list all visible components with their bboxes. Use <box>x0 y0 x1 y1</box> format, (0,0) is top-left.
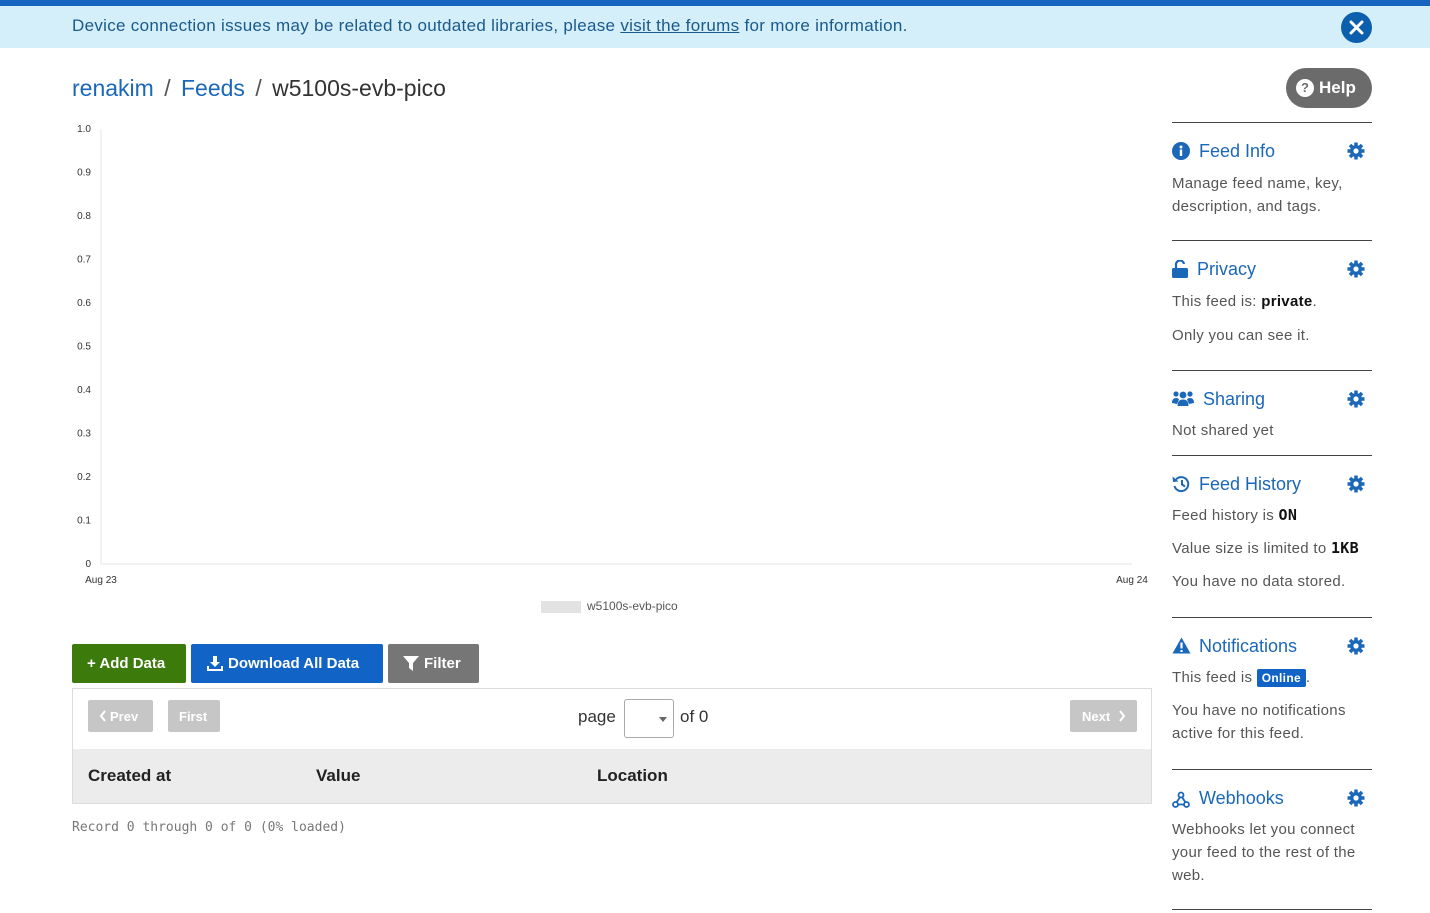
y-tick-label: 0.4 <box>77 385 91 396</box>
privacy-title[interactable]: Privacy <box>1197 259 1256 280</box>
feed-history-section: Feed History Feed history is ON Value si… <box>1172 455 1372 617</box>
download-icon <box>207 656 223 671</box>
record-status: Record 0 through 0 of 0 (0% loaded) <box>72 820 346 835</box>
privacy-prefix: This feed is: <box>1172 293 1262 310</box>
notifications-status-text: This feed is Online. <box>1172 666 1377 689</box>
value-size-text: Value size is limited to 1KB <box>1172 537 1377 560</box>
online-status-badge: Online <box>1256 669 1306 687</box>
warning-triangle-icon <box>1172 637 1191 654</box>
y-tick-label: 0.1 <box>77 516 91 527</box>
privacy-status-value: private <box>1261 293 1313 310</box>
help-label: Help <box>1319 78 1356 97</box>
next-label: Next <box>1082 709 1111 724</box>
y-tick-label: 1.0 <box>77 124 91 135</box>
filter-label: Filter <box>424 655 461 672</box>
y-tick-label: 0.2 <box>77 472 91 483</box>
notifications-settings-gear-icon[interactable] <box>1347 637 1365 655</box>
feed-info-section: Feed Info Manage feed name, key, descrip… <box>1172 122 1372 240</box>
table-header: Created at Value Location <box>73 749 1151 803</box>
data-table: Prev First page of 0 Next Created at Val… <box>72 688 1152 804</box>
webhooks-description: Webhooks let you connect your feed to th… <box>1172 821 1356 884</box>
download-label: Download All Data <box>228 655 360 672</box>
notifications-note: You have no notifications active for thi… <box>1172 702 1346 742</box>
first-label: First <box>179 709 208 724</box>
y-tick-label: 0.5 <box>77 342 91 353</box>
question-circle-icon: ? <box>1296 79 1314 97</box>
page-select[interactable] <box>624 699 674 738</box>
info-circle-icon <box>1172 142 1190 160</box>
history-icon <box>1172 476 1190 493</box>
x-tick-label: Aug 23 <box>85 575 117 586</box>
history-state-value: ON <box>1278 506 1298 524</box>
notifications-suffix: . <box>1305 669 1311 686</box>
y-tick-label: 0 <box>85 559 91 570</box>
sharing-settings-gear-icon[interactable] <box>1347 390 1365 408</box>
page-count: of 0 <box>680 707 709 726</box>
privacy-status-text: This feed is: private. <box>1172 290 1377 313</box>
y-tick-label: 0.3 <box>77 429 91 440</box>
column-header-created-at[interactable]: Created at <box>88 766 171 786</box>
history-prefix: Feed history is <box>1172 507 1279 524</box>
size-limit-value: 1KB <box>1330 539 1359 557</box>
webhooks-section: Webhooks Webhooks let you connect your f… <box>1172 769 1372 910</box>
notifications-section: Notifications This feed is Online. You h… <box>1172 617 1372 769</box>
first-page-button[interactable]: First <box>168 700 220 732</box>
webhooks-title[interactable]: Webhooks <box>1199 788 1284 809</box>
prev-label: Prev <box>110 709 139 724</box>
sharing-status: Not shared yet <box>1172 422 1274 439</box>
y-tick-label: 0.8 <box>77 211 91 222</box>
feed-history-settings-gear-icon[interactable] <box>1347 475 1365 493</box>
feed-info-settings-gear-icon[interactable] <box>1347 142 1365 160</box>
column-header-value[interactable]: Value <box>316 766 360 786</box>
notifications-prefix: This feed is <box>1172 669 1257 686</box>
privacy-section: Privacy This feed is: private. Only you … <box>1172 240 1372 370</box>
privacy-settings-gear-icon[interactable] <box>1347 260 1365 278</box>
history-state-text: Feed history is ON <box>1172 504 1377 527</box>
filter-icon <box>403 656 419 671</box>
legend-swatch <box>541 601 581 613</box>
add-data-label: + Add Data <box>87 655 166 672</box>
size-prefix: Value size is limited to <box>1172 540 1331 557</box>
chevron-left-icon <box>99 710 106 722</box>
privacy-note: Only you can see it. <box>1172 327 1310 344</box>
next-page-button[interactable]: Next <box>1070 700 1137 732</box>
notifications-title[interactable]: Notifications <box>1199 636 1297 657</box>
add-data-button[interactable]: + Add Data <box>72 644 186 683</box>
dropdown-caret-icon <box>659 717 667 722</box>
y-tick-label: 0.6 <box>77 298 91 309</box>
y-tick-label: 0.7 <box>77 255 91 266</box>
users-icon <box>1172 391 1194 406</box>
filter-button[interactable]: Filter <box>388 644 479 683</box>
chevron-right-icon <box>1119 710 1126 722</box>
stored-data-text: You have no data stored. <box>1172 573 1346 590</box>
sharing-title[interactable]: Sharing <box>1203 389 1265 410</box>
help-button[interactable]: ? Help <box>1286 68 1372 108</box>
feed-info-description: Manage feed name, key, description, and … <box>1172 175 1343 215</box>
y-tick-label: 0.9 <box>77 168 91 179</box>
legend-label: w5100s-evb-pico <box>586 599 678 613</box>
column-header-location[interactable]: Location <box>597 766 668 786</box>
prev-page-button[interactable]: Prev <box>88 700 153 732</box>
download-all-data-button[interactable]: Download All Data <box>191 644 383 683</box>
sharing-section: Sharing Not shared yet <box>1172 370 1372 455</box>
webhooks-settings-gear-icon[interactable] <box>1347 789 1365 807</box>
feed-history-title[interactable]: Feed History <box>1199 474 1301 495</box>
webhook-icon <box>1172 791 1190 808</box>
feed-info-title[interactable]: Feed Info <box>1199 141 1275 162</box>
close-banner-button[interactable] <box>1341 12 1372 43</box>
close-icon <box>1349 20 1364 35</box>
unlock-icon <box>1172 260 1188 278</box>
page-label: page <box>578 707 616 726</box>
privacy-suffix: . <box>1312 293 1317 310</box>
feed-chart: 1.0 0.9 0.8 0.7 0.6 0.5 0.4 0.3 0.2 0.1 0 Aug 23 Aug… <box>77 124 1148 613</box>
x-tick-label: Aug 24 <box>1116 575 1148 586</box>
